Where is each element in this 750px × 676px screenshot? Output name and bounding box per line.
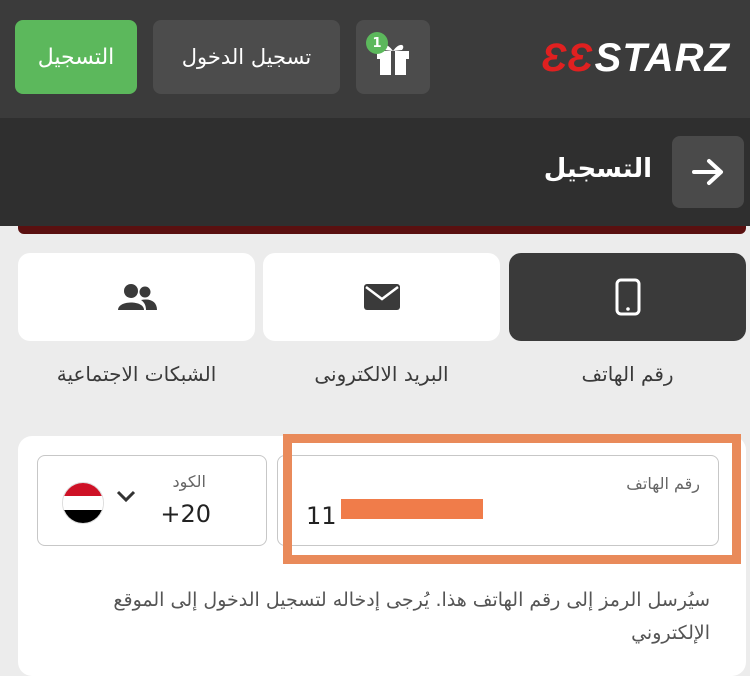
gift-count-badge: 1 [366, 32, 388, 54]
country-code-value: +20 [160, 500, 211, 528]
page-title: التسجيل [543, 154, 652, 184]
logo-text: STARZ [594, 35, 730, 80]
users-icon [117, 284, 157, 310]
logo-mark: ƐƐ [541, 35, 593, 80]
mobile-phone-icon [615, 278, 640, 316]
tab-social[interactable] [18, 253, 255, 341]
back-button[interactable] [672, 136, 744, 208]
arrow-right-icon [692, 159, 723, 185]
gift-button[interactable]: 1 [356, 20, 430, 94]
sms-hint-text: سيُرسل الرمز إلى رقم الهاتف هذا. يُرجى إ… [113, 589, 710, 644]
register-button[interactable]: التسجيل [15, 20, 137, 94]
page-header: التسجيل [0, 118, 750, 226]
egypt-flag-icon [62, 482, 104, 524]
login-button-label: تسجيل الدخول [181, 45, 312, 69]
tab-phone[interactable] [509, 253, 746, 341]
country-code-label: الكود [172, 472, 206, 491]
highlight-annotation [283, 434, 741, 564]
login-button[interactable]: تسجيل الدخول [153, 20, 340, 94]
register-button-label: التسجيل [37, 44, 115, 70]
tab-phone-label[interactable]: رقم الهاتف [509, 362, 746, 386]
top-bar: التسجيل تسجيل الدخول 1 ƐƐ STARZ [0, 0, 750, 118]
banner-edge [18, 226, 746, 234]
tab-email-label[interactable]: البريد الالكترونى [263, 362, 500, 386]
tab-email[interactable] [263, 253, 500, 341]
tab-social-label[interactable]: الشبكات الاجتماعية [18, 362, 255, 386]
envelope-icon [363, 284, 400, 310]
chevron-down-icon [116, 490, 136, 503]
country-code-select[interactable]: الكود +20 [37, 455, 267, 546]
starz-logo[interactable]: ƐƐ STARZ [541, 30, 730, 86]
